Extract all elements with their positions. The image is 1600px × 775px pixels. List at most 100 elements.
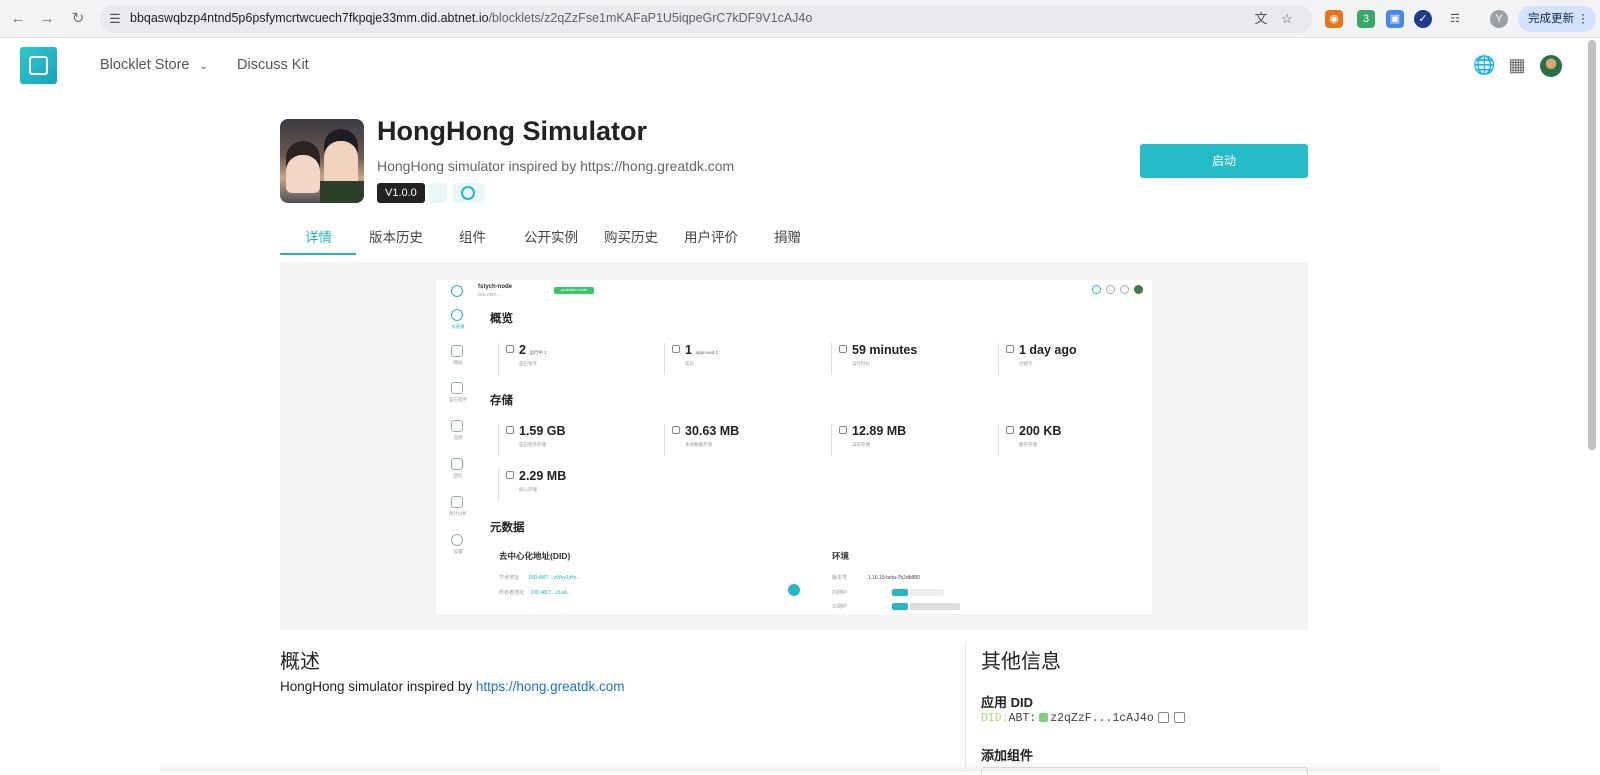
stat-value: 1 day ago <box>1019 343 1077 357</box>
did-namespace: ABT: <box>1008 712 1037 725</box>
env-row-label: 内网IP <box>832 590 847 596</box>
metamask-extension-icon[interactable]: ◉ <box>1325 10 1343 28</box>
logo-mark <box>29 56 48 75</box>
analytics-icon <box>451 496 463 508</box>
stat-icon <box>672 345 680 353</box>
app-header: Blocklet Store ⌄ Discuss Kit 🌐 ▦ <box>0 38 1600 94</box>
back-icon[interactable]: ← <box>8 9 28 29</box>
screenshot-app-did: DID:ABT:... <box>478 292 501 297</box>
globe-language-icon[interactable]: 🌐 <box>1473 54 1495 76</box>
product-screenshot[interactable]: 仪表盘 网站 蓝石程序 品牌 团队 统计分析 设置 fstych-node DI… <box>436 280 1152 614</box>
profile-avatar[interactable]: Y <box>1490 10 1508 28</box>
nav-discuss-kit[interactable]: Discuss Kit <box>237 57 309 73</box>
ip-pill <box>892 603 908 610</box>
stat-card: 1 approved 1 成员 <box>664 343 824 375</box>
stat-label: 蓝石程序 <box>519 361 537 366</box>
stat-value: 1 approved 1 <box>685 343 718 357</box>
ip-pill <box>910 603 960 610</box>
brand-icon <box>451 420 463 432</box>
extension-badge-icon[interactable]: 3 <box>1357 10 1375 28</box>
bottom-shadow <box>160 760 1440 772</box>
settings-gear-icon <box>451 534 463 546</box>
env-row: 公网IP <box>832 603 847 610</box>
storage-icon <box>839 426 847 434</box>
screenshot-side-label: 网站 <box>453 360 463 365</box>
screenshot-side-label: 统计分析 <box>449 511 467 516</box>
tab-details[interactable]: 详情 <box>305 226 332 246</box>
storage-label: 核心存储 <box>519 487 537 492</box>
meta-row: 节点地址 DID:ABT:...zWoy1jHe... <box>499 574 580 581</box>
meta-row-label: 节点地址 <box>499 575 520 581</box>
team-icon <box>451 458 463 470</box>
screenshot-side-label: 团队 <box>453 473 463 478</box>
meta-did-title: 去中心化地址(DID) <box>499 551 571 561</box>
address-bar[interactable]: ☰ bbqaswqbzp4ntnd5p6psfymcrtwcuech7fkpqj… <box>100 5 1312 33</box>
overview-text: HongHong simulator inspired by https://h… <box>280 679 624 694</box>
help-icon <box>1120 285 1129 294</box>
chat-bubble-icon <box>788 584 800 596</box>
site-info-icon[interactable]: ☰ <box>106 10 124 28</box>
screenshot-sidebar: 仪表盘 网站 蓝石程序 品牌 团队 统计分析 设置 <box>436 280 480 614</box>
dashboard-icon <box>451 309 463 321</box>
meta-row-value: DID:ABT:...z1aA... <box>530 590 572 596</box>
env-row-label: 公网IP <box>832 604 847 610</box>
storage-label: 日志存储 <box>852 442 870 447</box>
app-did-value[interactable]: DID:ABT: z2qZzF...1cAJ4o <box>981 712 1154 725</box>
url-text[interactable]: bbqaswqbzp4ntnd5p6psfymcrtwcuech7fkpqje3… <box>130 11 812 25</box>
tab-version-history[interactable]: 版本历史 <box>369 226 423 246</box>
screenshot-mode-badge: production mode <box>554 287 594 294</box>
blocklet-store-logo[interactable] <box>20 47 57 84</box>
nav-blocklet-store[interactable]: Blocklet Store ⌄ <box>100 57 208 73</box>
extensions-puzzle-icon[interactable]: ☶ <box>1446 10 1464 28</box>
tab-public-instances[interactable]: 公开实例 <box>524 226 578 246</box>
active-tab-indicator <box>280 253 356 255</box>
screenshot-logo-icon <box>451 285 463 297</box>
env-row: 内网IP <box>832 589 847 596</box>
bookmark-star-icon[interactable]: ☆ <box>1278 10 1296 28</box>
author-chip[interactable] <box>453 183 485 203</box>
launch-button[interactable]: 启动 <box>1140 144 1308 178</box>
did-prefix: DID: <box>981 712 1009 725</box>
browser-update-button[interactable]: 完成更新 ⋮ <box>1518 6 1596 32</box>
storage-icon <box>672 426 680 434</box>
stat-card: 2 运行中 1 蓝石程序 <box>498 343 658 375</box>
storage-value: 30.63 MB <box>685 424 740 438</box>
stat-value: 2 运行中 1 <box>519 343 547 357</box>
screenshot-side-label: 蓝石程序 <box>449 397 467 402</box>
qrcode-icon[interactable] <box>1174 712 1185 723</box>
storage-card: 1.59 GB 蓝石程序存储 <box>498 424 658 456</box>
tab-components[interactable]: 组件 <box>459 226 486 246</box>
storage-card: 30.63 MB 本地数据存储 <box>664 424 824 456</box>
user-avatar[interactable] <box>1540 55 1562 77</box>
stat-number: 1 <box>685 343 692 357</box>
check-extension-icon[interactable]: ✓ <box>1414 10 1432 28</box>
apps-grid-icon[interactable]: ▦ <box>1506 54 1528 76</box>
tab-donate[interactable]: 捐赠 <box>774 226 801 246</box>
url-host: bbqaswqbzp4ntnd5p6psfymcrtwcuech7fkpqje3… <box>130 11 489 25</box>
product-image-figure <box>286 141 320 193</box>
storage-value: 12.89 MB <box>852 424 907 438</box>
column-divider <box>965 642 966 772</box>
overview-link[interactable]: https://hong.greatdk.com <box>476 679 625 694</box>
copy-icon[interactable] <box>1158 712 1169 723</box>
browser-toolbar: ← → ↻ ☰ bbqaswqbzp4ntnd5p6psfymcrtwcuech… <box>0 0 1600 38</box>
screenshot-side-label: 仪表盘 <box>451 324 465 329</box>
meta-env-title: 环境 <box>832 551 850 561</box>
blocklets-icon <box>451 382 463 394</box>
page-scrollbar[interactable] <box>1588 40 1596 450</box>
url-path: /blocklets/z2qZzFse1mKAFaP1U5iqpeGrC7kDF… <box>488 11 813 25</box>
stat-unit: approved 1 <box>695 350 718 355</box>
translate-icon[interactable]: 文 <box>1252 10 1270 28</box>
notification-icon <box>1092 285 1101 294</box>
website-icon <box>451 345 463 357</box>
reload-icon[interactable]: ↻ <box>68 9 88 29</box>
screenshot-section-meta: 元数据 <box>490 522 525 534</box>
tab-reviews[interactable]: 用户评价 <box>684 226 738 246</box>
forward-icon[interactable]: → <box>37 9 57 29</box>
tag-chip[interactable] <box>429 183 447 203</box>
storage-icon <box>506 426 514 434</box>
product-image-figure <box>324 129 358 189</box>
reader-extension-icon[interactable]: ▣ <box>1386 10 1404 28</box>
tab-purchase-history[interactable]: 购买历史 <box>604 226 658 246</box>
stat-icon <box>1006 345 1014 353</box>
